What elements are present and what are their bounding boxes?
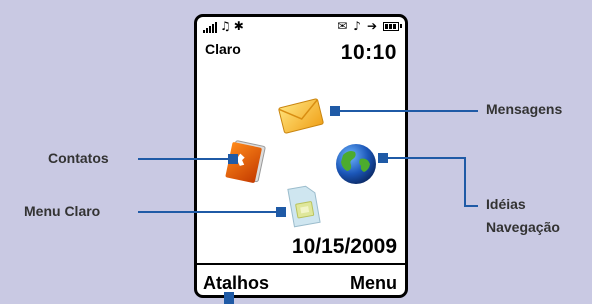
callout-line-mensagens <box>338 110 478 112</box>
sim-card-icon[interactable] <box>283 181 323 231</box>
callout-dot-contatos <box>228 154 238 164</box>
signal-strength-icon <box>203 21 217 33</box>
callout-label-mensagens: Mensagens <box>486 101 563 117</box>
callout-label-ideias: Idéias <box>486 196 526 212</box>
ringer-bell-icon: ♪ <box>353 19 361 33</box>
callout-line-menu-claro <box>138 211 278 213</box>
callout-line-navegacao-h2 <box>464 205 478 207</box>
phone-screen: ♫ ✱ ✉ ♪ ➔ Claro 10:10 10/15/2009 Atalhos… <box>194 14 408 298</box>
callout-line-contatos <box>138 158 234 160</box>
callout-line-navegacao-h1 <box>386 157 466 159</box>
callout-dot-menu-claro <box>276 207 286 217</box>
softkey-right-menu[interactable]: Menu <box>350 273 397 294</box>
callout-dot-atalhos <box>224 292 234 304</box>
softkey-left-atalhos[interactable]: Atalhos <box>203 273 269 294</box>
battery-icon <box>383 21 402 31</box>
bluetooth-icon: ✱ <box>233 19 244 33</box>
callout-label-navegacao: Navegação <box>486 219 560 235</box>
softkey-divider <box>197 263 405 265</box>
carrier-name: Claro <box>205 41 241 57</box>
status-bar: ♫ ✱ ✉ ♪ ➔ <box>203 19 402 35</box>
clock-time: 10:10 <box>340 41 397 64</box>
callout-label-contatos: Contatos <box>48 150 109 166</box>
call-forward-icon: ➔ <box>366 19 377 33</box>
callout-line-navegacao-v <box>464 157 466 207</box>
message-envelope-icon: ✉ <box>337 19 348 33</box>
date-display: 10/15/2009 <box>291 235 397 258</box>
browser-globe-icon[interactable] <box>333 141 379 187</box>
callout-label-menu-claro: Menu Claro <box>24 203 101 219</box>
data-transfer-icon: ♫ <box>220 19 231 33</box>
messages-envelope-icon[interactable] <box>277 95 325 137</box>
